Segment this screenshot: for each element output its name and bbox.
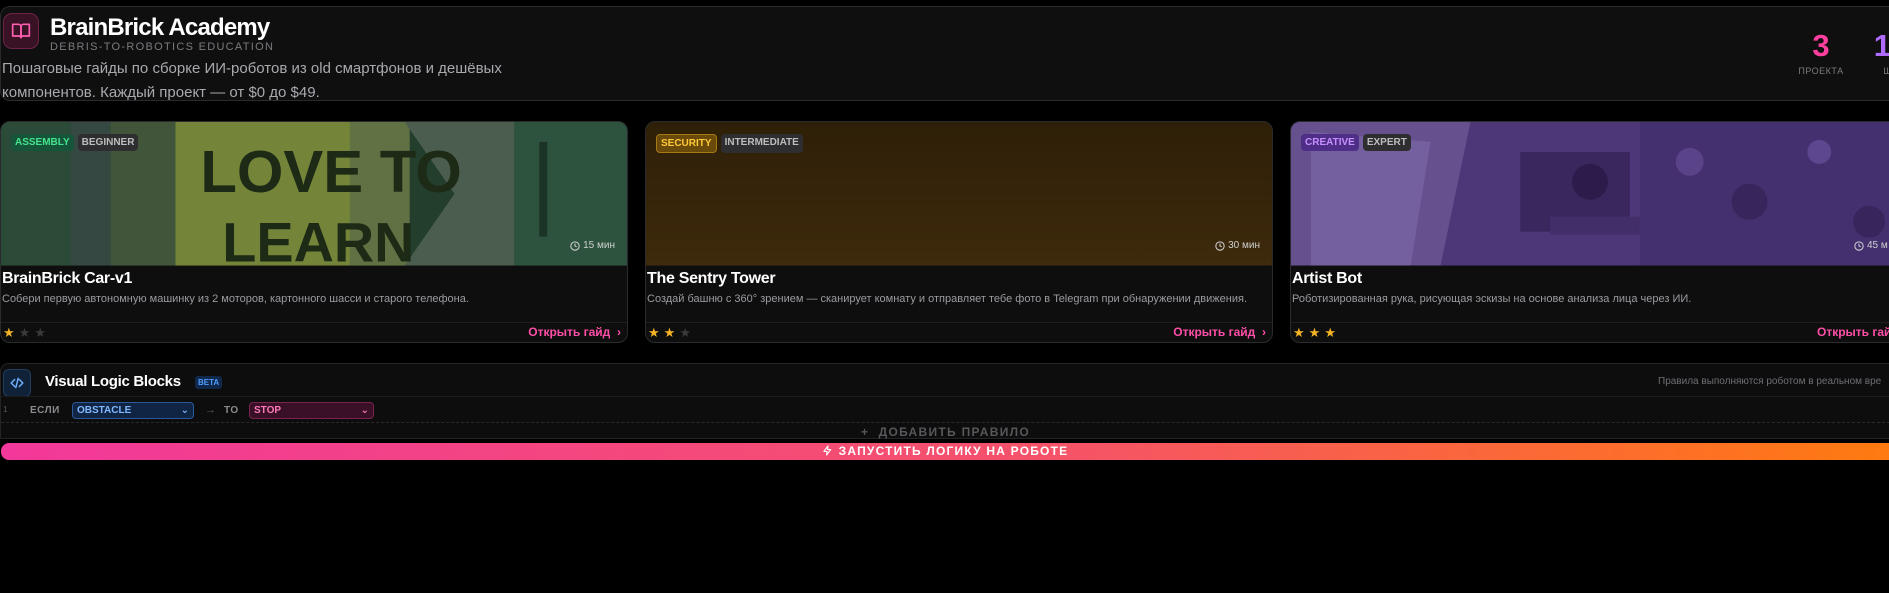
code-icon — [10, 377, 24, 389]
banner-text-learn: LEARN — [222, 211, 414, 266]
star-icon: ★ — [679, 325, 691, 340]
card-description: Собери первую автономную машинку из 2 мо… — [2, 293, 469, 305]
star-icon: ★ — [1308, 325, 1321, 340]
level-badge: INTERMEDIATE — [720, 134, 803, 153]
plus-icon: + — [861, 425, 879, 439]
stat-steps-label: ША — [1883, 66, 1889, 76]
card-title: BrainBrick Car-v1 — [2, 270, 133, 287]
app-header: BrainBrick Academy DEBRIS-TO-ROBOTICS ED… — [0, 6, 1889, 101]
banner-text-love: LOVE TO — [200, 138, 461, 205]
logic-blocks-panel: Visual Logic Blocks BETA Правила выполня… — [0, 363, 1889, 439]
stat-projects-value: 3 — [1812, 28, 1830, 63]
chevron-right-icon: › — [1258, 325, 1266, 339]
duration: 30 мин — [1215, 240, 1260, 251]
app-title: BrainBrick Academy — [50, 14, 270, 41]
card-tags: ASSEMBLY BEGINNER — [11, 134, 139, 151]
star-icon: ★ — [1324, 325, 1336, 340]
category-badge: ASSEMBLY — [11, 134, 74, 151]
difficulty-stars: ★ ★ ★ — [1293, 326, 1336, 339]
open-guide-link[interactable]: Открыть гайд › — [1817, 325, 1889, 342]
project-card-car[interactable]: LOVE TO LEARN ASSEMBLY BEGINNER 15 мин B… — [0, 121, 628, 343]
run-logic-label: ЗАПУСТИТЬ ЛОГИКУ НА РОБОТЕ — [838, 444, 1069, 458]
star-icon: ★ — [3, 325, 15, 340]
clock-icon — [1854, 240, 1864, 251]
chevron-down-icon: ⌄ — [180, 405, 189, 416]
open-guide-label: Открыть гайд — [528, 325, 611, 339]
level-badge: EXPERT — [1362, 134, 1411, 151]
star-icon: ★ — [663, 325, 676, 340]
star-icon: ★ — [34, 325, 46, 340]
logic-title: Visual Logic Blocks — [45, 373, 181, 390]
beta-badge: BETA — [195, 376, 223, 389]
open-guide-link[interactable]: Открыть гайд › — [528, 325, 621, 339]
card-title: Artist Bot — [1292, 270, 1362, 287]
star-icon: ★ — [648, 325, 660, 340]
category-badge: SECURITY — [656, 134, 717, 153]
then-keyword: ТО — [224, 405, 239, 416]
add-rule-label: ДОБАВИТЬ ПРАВИЛО — [878, 425, 1030, 439]
chevron-right-icon: › — [613, 325, 621, 339]
condition-value: OBSTACLE — [77, 405, 132, 416]
add-rule-button[interactable]: + ДОБАВИТЬ ПРАВИЛО — [1, 422, 1889, 440]
category-badge: CREATIVE — [1301, 134, 1359, 151]
card-title: The Sentry Tower — [647, 270, 776, 287]
duration: 15 мин — [570, 240, 615, 251]
stat-projects: 3 ПРОЕКТА — [1791, 28, 1851, 77]
lightning-icon — [822, 445, 831, 456]
stat-projects-label: ПРОЕКТА — [1798, 66, 1844, 76]
duration-text: 45 м — [1867, 240, 1888, 251]
stat-steps: 15 ША — [1861, 28, 1889, 77]
chevron-down-icon: ⌄ — [360, 405, 369, 416]
if-keyword: ЕСЛИ — [30, 405, 60, 416]
logo — [3, 13, 39, 49]
project-card-artist[interactable]: CREATIVE EXPERT 45 м Artist Bot Роботизи… — [1290, 121, 1889, 343]
rule-index: 1 — [3, 405, 8, 414]
clock-icon — [1215, 240, 1225, 251]
open-guide-link[interactable]: Открыть гайд › — [1173, 325, 1266, 339]
condition-select[interactable]: OBSTACLE ⌄ — [72, 402, 194, 419]
app-description: Пошаговые гайды по сборке ИИ-роботов из … — [2, 60, 502, 101]
card-tags: SECURITY INTERMEDIATE — [656, 134, 803, 153]
star-icon: ★ — [18, 325, 31, 340]
run-logic-button[interactable]: ЗАПУСТИТЬ ЛОГИКУ НА РОБОТЕ — [1, 443, 1889, 460]
star-icon: ★ — [1293, 325, 1305, 340]
duration-text: 30 мин — [1228, 240, 1260, 251]
rule-row: 1 ЕСЛИ OBSTACLE ⌄ → ТО STOP ⌄ — [1, 396, 1889, 422]
difficulty-stars: ★ ★ ★ — [648, 326, 691, 339]
open-guide-label: Открыть гайд — [1173, 325, 1256, 339]
card-footer: ★ ★ ★ Открыть гайд › — [1, 322, 627, 342]
app-subtitle: DEBRIS-TO-ROBOTICS EDUCATION — [50, 41, 275, 53]
card-banner: SECURITY INTERMEDIATE 30 мин — [646, 122, 1272, 266]
open-guide-label: Открыть гайд — [1817, 325, 1889, 339]
card-footer: ★ ★ ★ Открыть гайд › — [646, 322, 1272, 342]
chevron-right-icon: › — [1817, 339, 1824, 342]
action-select[interactable]: STOP ⌄ — [249, 402, 374, 419]
project-card-sentry[interactable]: SECURITY INTERMEDIATE 30 мин The Sentry … — [645, 121, 1273, 343]
level-badge: BEGINNER — [77, 134, 139, 151]
arrow-right-icon: → — [205, 404, 216, 416]
duration-text: 15 мин — [583, 240, 615, 251]
duration: 45 м — [1854, 240, 1888, 251]
action-value: STOP — [254, 405, 282, 416]
clock-icon — [570, 240, 580, 251]
logic-note: Правила выполняются роботом в реальном в… — [1658, 376, 1882, 387]
card-banner: CREATIVE EXPERT 45 м — [1291, 122, 1889, 266]
card-tags: CREATIVE EXPERT — [1301, 134, 1411, 151]
code-icon-box — [3, 369, 31, 397]
card-description: Создай башню с 360° зрением — сканирует … — [647, 293, 1247, 305]
book-icon — [11, 23, 31, 39]
card-description: Роботизированная рука, рисующая эскизы н… — [1292, 293, 1692, 305]
card-banner: LOVE TO LEARN ASSEMBLY BEGINNER 15 мин — [1, 122, 627, 266]
stat-steps-value: 15 — [1873, 28, 1889, 63]
card-footer: ★ ★ ★ Открыть гайд › — [1291, 322, 1889, 342]
difficulty-stars: ★ ★ ★ — [3, 326, 46, 339]
